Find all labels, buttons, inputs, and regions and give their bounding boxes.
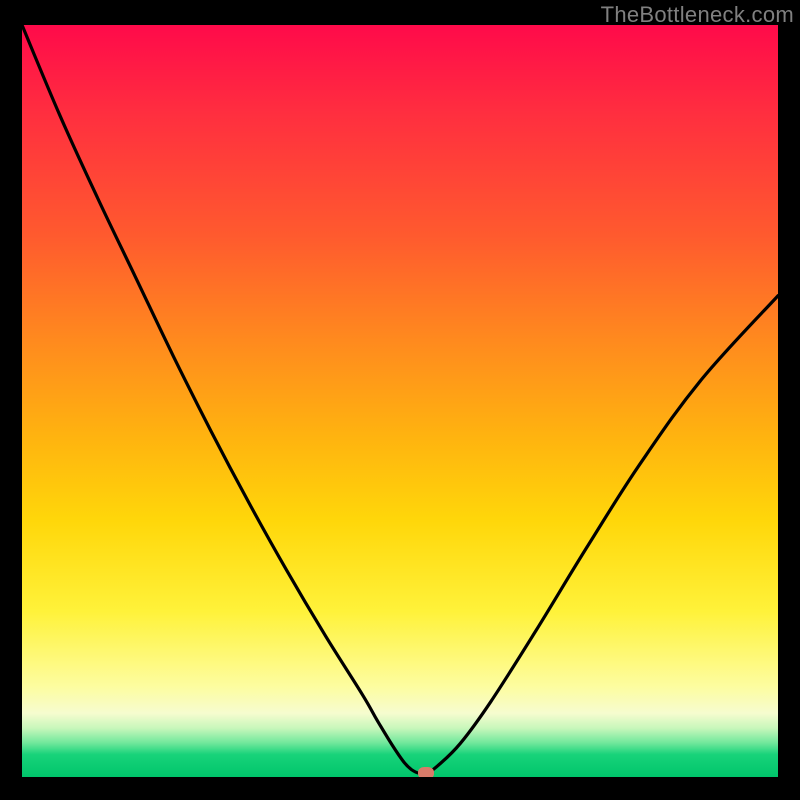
watermark-text: TheBottleneck.com xyxy=(601,2,794,28)
bottleneck-curve xyxy=(22,25,778,774)
curve-layer xyxy=(22,25,778,777)
chart-root: TheBottleneck.com xyxy=(0,0,800,800)
minimum-marker xyxy=(418,767,434,777)
plot-area xyxy=(22,25,778,777)
